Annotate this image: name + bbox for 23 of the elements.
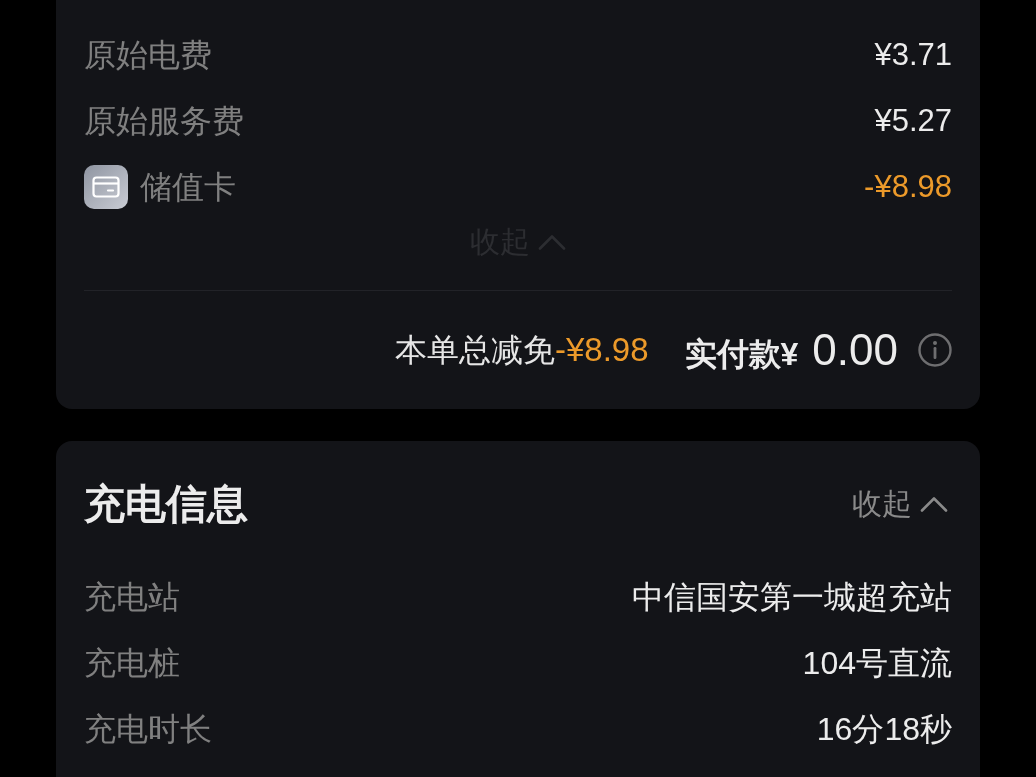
section-title: 充电信息: [84, 480, 248, 528]
info-label: 充电桩: [84, 644, 180, 682]
collapse-button[interactable]: 收起: [848, 486, 952, 522]
card-icon: [84, 165, 128, 209]
info-value: 16分18秒: [816, 710, 952, 748]
currency-sign: ¥: [780, 335, 799, 373]
fee-amount: ¥5.27: [874, 102, 952, 140]
discount-total-amount: -¥8.98: [555, 331, 649, 369]
fee-amount: -¥8.98: [864, 168, 952, 206]
amount-paid: 0.00: [812, 326, 898, 374]
info-value: 中信国安第一城超充站: [632, 578, 952, 616]
discount-total-label: 本单总减免: [395, 331, 555, 369]
fee-amount: ¥3.71: [874, 36, 952, 74]
chevron-up-icon: [920, 496, 948, 512]
chevron-up-icon: [538, 234, 566, 250]
fee-label: 原始电费: [84, 36, 212, 74]
fee-label: 原始服务费: [84, 102, 244, 140]
info-value: 104号直流: [802, 644, 952, 682]
fee-label: 储值卡: [140, 168, 236, 206]
info-icon: [918, 333, 952, 367]
info-label: 充电站: [84, 578, 180, 616]
amount-paid-label: 实付款: [684, 335, 781, 373]
info-label: 充电时长: [84, 710, 212, 748]
